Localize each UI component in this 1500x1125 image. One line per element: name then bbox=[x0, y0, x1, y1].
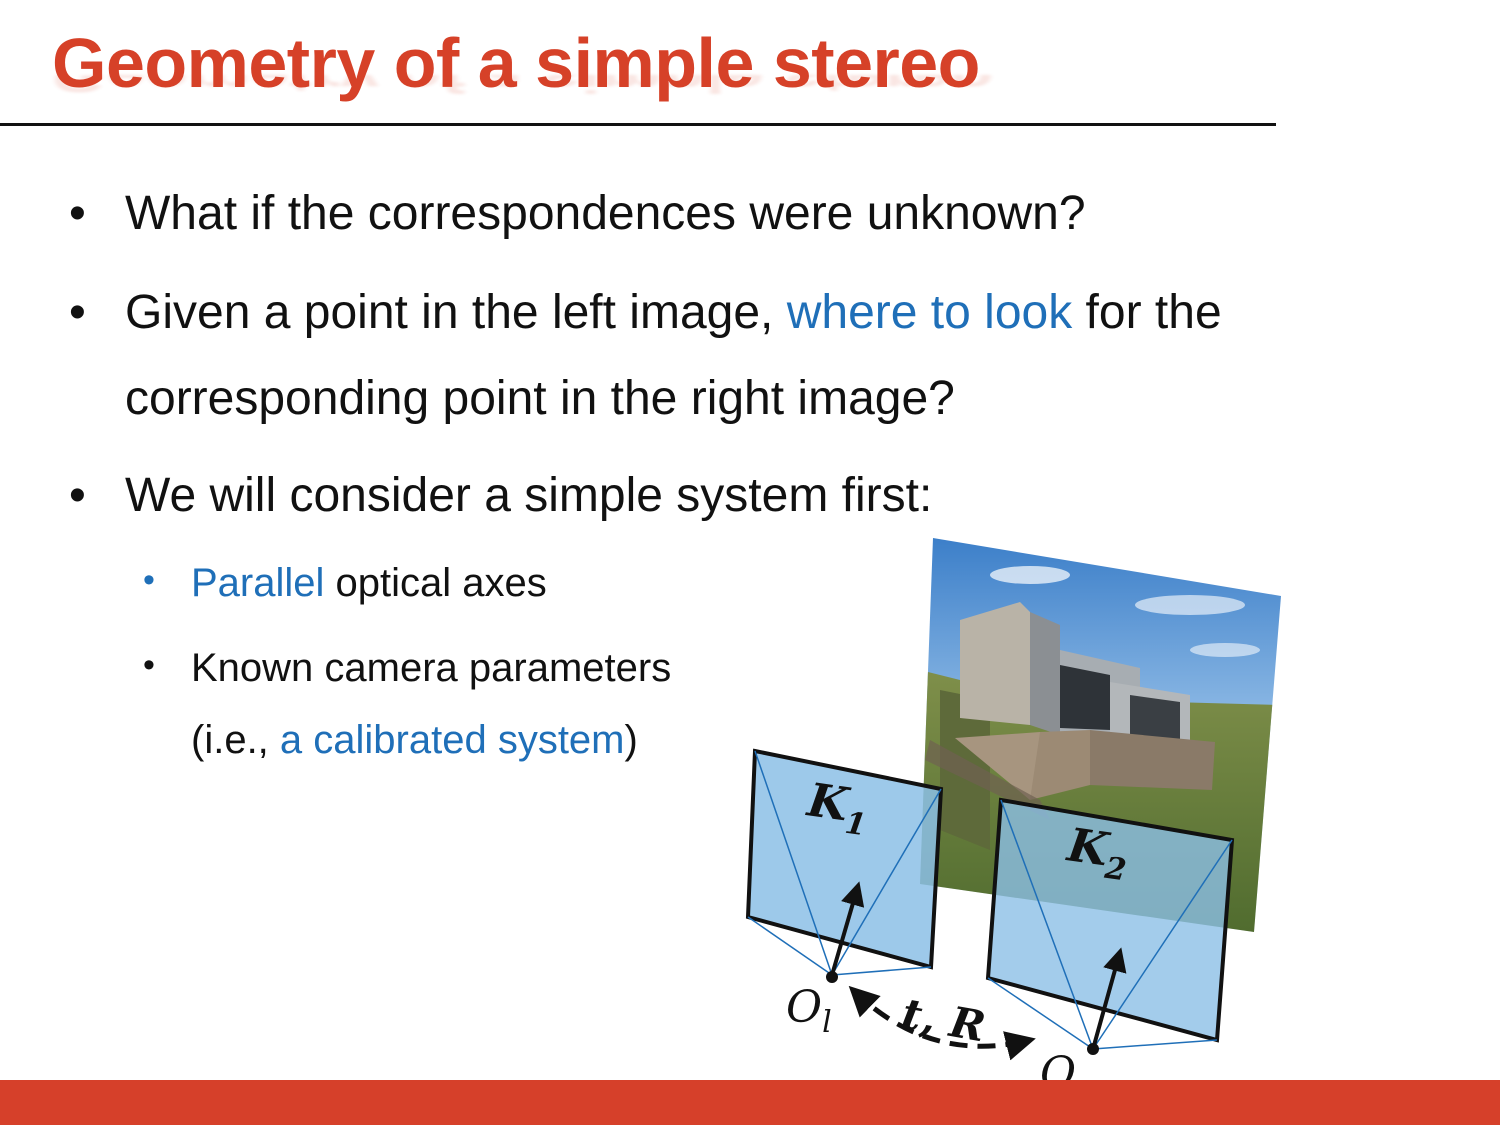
origin-left-label: Ol bbox=[786, 982, 832, 1040]
footer-bar bbox=[0, 1080, 1500, 1125]
right-image-plane bbox=[985, 797, 1235, 1055]
stereo-diagram: K1 K2 Ol Or t, R bbox=[745, 538, 1281, 1106]
transform-label: t, R bbox=[898, 989, 989, 1052]
